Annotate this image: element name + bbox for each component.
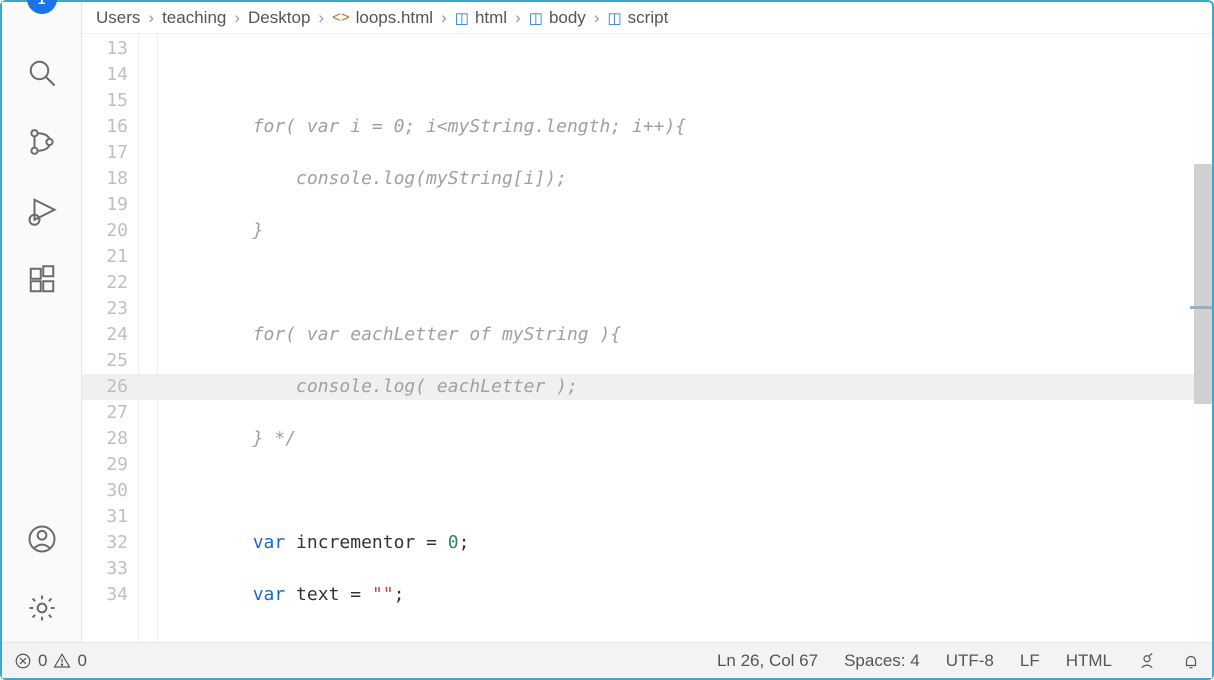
line-number: 32 xyxy=(82,530,128,556)
line-number: 22 xyxy=(82,270,128,296)
line-number: 21 xyxy=(82,244,128,270)
line-number: 13 xyxy=(82,36,128,62)
line-number-gutter: 13 14 15 16 17 18 19 20 21 22 23 24 25 2… xyxy=(82,34,138,642)
notifications-bell-icon[interactable] xyxy=(1182,651,1200,671)
warning-icon xyxy=(53,652,71,670)
app-root: 1 Users › teaching › Desktop › <> loops.htm… xyxy=(0,0,1214,680)
code-line[interactable]: } */ xyxy=(158,426,1212,452)
status-encoding[interactable]: UTF-8 xyxy=(946,651,994,671)
feedback-icon[interactable] xyxy=(1138,651,1156,671)
code-line[interactable] xyxy=(158,62,1212,88)
crumb-body[interactable]: body xyxy=(549,8,586,28)
line-number: 14 xyxy=(82,62,128,88)
symbol-icon: ◫ xyxy=(455,9,469,27)
line-number: 30 xyxy=(82,478,128,504)
line-number: 19 xyxy=(82,192,128,218)
status-problems[interactable]: 0 0 xyxy=(14,651,87,671)
fold-gutter xyxy=(138,34,158,642)
status-eol[interactable]: LF xyxy=(1020,651,1040,671)
code-line[interactable]: for( var i = 0; i<myString.length; i++){ xyxy=(158,114,1212,140)
html-file-icon: <> xyxy=(332,9,350,26)
chevron-right-icon: › xyxy=(515,8,521,28)
code-content[interactable]: for( var i = 0; i<myString.length; i++){… xyxy=(158,34,1212,642)
source-control-icon[interactable] xyxy=(27,127,57,162)
line-number: 24 xyxy=(82,322,128,348)
chevron-right-icon: › xyxy=(594,8,600,28)
main-row: 1 Users › teaching › Desktop › <> loops.htm… xyxy=(2,2,1212,642)
line-number: 16 xyxy=(82,114,128,140)
code-line[interactable] xyxy=(158,270,1212,296)
symbol-icon: ◫ xyxy=(607,9,621,27)
crumb-desktop[interactable]: Desktop xyxy=(248,8,310,28)
badge-count: 1 xyxy=(27,0,57,14)
line-number: 26 xyxy=(82,374,128,400)
status-indentation[interactable]: Spaces: 4 xyxy=(844,651,920,671)
crumb-file[interactable]: loops.html xyxy=(356,8,433,28)
crumb-html[interactable]: html xyxy=(475,8,507,28)
editor-column: Users › teaching › Desktop › <> loops.html ›… xyxy=(82,2,1212,642)
code-line[interactable] xyxy=(158,478,1212,504)
code-line[interactable]: console.log(myString[i]); xyxy=(158,166,1212,192)
status-cursor-position[interactable]: Ln 26, Col 67 xyxy=(717,651,818,671)
editor-area[interactable]: 13 14 15 16 17 18 19 20 21 22 23 24 25 2… xyxy=(82,34,1212,642)
line-number: 20 xyxy=(82,218,128,244)
line-number: 28 xyxy=(82,426,128,452)
line-number: 34 xyxy=(82,582,128,608)
account-icon[interactable] xyxy=(27,524,57,559)
error-count: 0 xyxy=(38,651,47,671)
chevron-right-icon: › xyxy=(148,8,154,28)
crumb-users[interactable]: Users xyxy=(96,8,140,28)
warning-count: 0 xyxy=(77,651,86,671)
code-line[interactable]: for( var eachLetter of myString ){ xyxy=(158,322,1212,348)
breadcrumb[interactable]: Users › teaching › Desktop › <> loops.html ›… xyxy=(82,2,1212,34)
code-line[interactable]: console.log( eachLetter ); xyxy=(158,374,1212,400)
status-language-mode[interactable]: HTML xyxy=(1066,651,1112,671)
code-line[interactable] xyxy=(158,634,1212,642)
line-number: 27 xyxy=(82,400,128,426)
activity-bar: 1 xyxy=(2,2,82,642)
status-bar: 0 0 Ln 26, Col 67 Spaces: 4 UTF-8 LF HTM… xyxy=(2,642,1212,678)
crumb-script[interactable]: script xyxy=(628,8,669,28)
chevron-right-icon: › xyxy=(441,8,447,28)
settings-gear-icon[interactable] xyxy=(27,593,57,628)
code-line[interactable]: var text = ""; xyxy=(158,582,1212,608)
chevron-right-icon: › xyxy=(318,8,324,28)
error-icon xyxy=(14,652,32,670)
code-line[interactable]: var incrementor = 0; xyxy=(158,530,1212,556)
search-icon[interactable] xyxy=(27,58,57,93)
line-number: 15 xyxy=(82,88,128,114)
symbol-icon: ◫ xyxy=(529,9,543,27)
extensions-icon[interactable] xyxy=(27,265,57,300)
code-line[interactable]: } xyxy=(158,218,1212,244)
line-number: 23 xyxy=(82,296,128,322)
line-number: 18 xyxy=(82,166,128,192)
chevron-right-icon: › xyxy=(234,8,240,28)
line-number: 33 xyxy=(82,556,128,582)
crumb-teaching[interactable]: teaching xyxy=(162,8,226,28)
line-number: 25 xyxy=(82,348,128,374)
line-number: 29 xyxy=(82,452,128,478)
line-number: 17 xyxy=(82,140,128,166)
explorer-badge[interactable]: 1 xyxy=(23,6,61,24)
line-number: 31 xyxy=(82,504,128,530)
run-debug-icon[interactable] xyxy=(27,196,57,231)
